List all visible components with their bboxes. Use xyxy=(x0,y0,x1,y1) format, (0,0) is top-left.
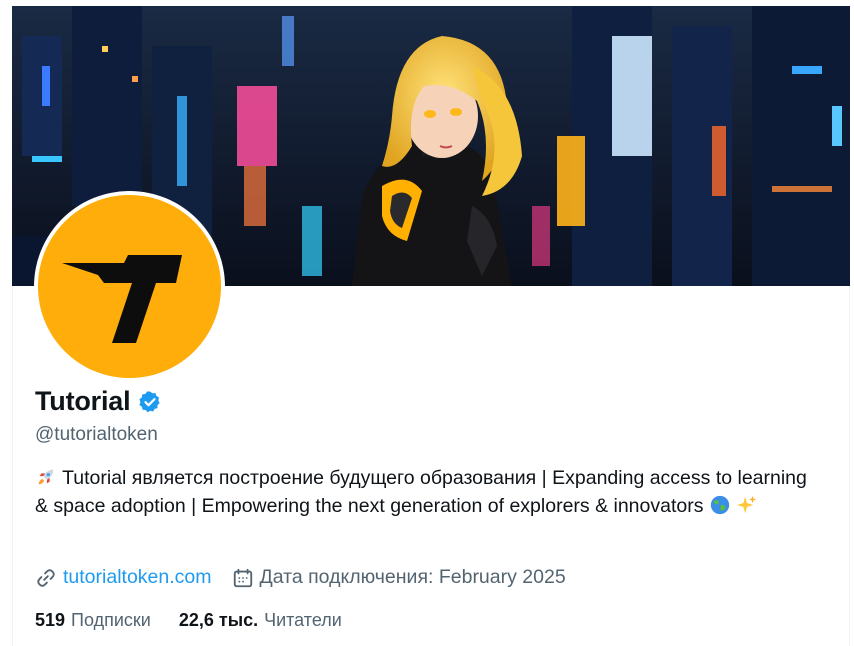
following-label: Подписки xyxy=(71,610,151,630)
link-icon xyxy=(37,568,55,587)
globe-icon xyxy=(710,495,730,515)
following-stat[interactable]: 519 Подписки xyxy=(35,610,151,631)
followers-count: 22,6 тыс. xyxy=(178,610,259,630)
joined-item: Дата подключения: February 2025 xyxy=(232,566,566,589)
profile-stats: 519 Подписки 22,6 тыс. Читатели xyxy=(35,610,370,631)
joined-text: Дата подключения: February 2025 xyxy=(259,566,566,588)
bio-text: Tutorial является построение будущего об… xyxy=(35,467,807,517)
profile-handle: @tutorialtoken xyxy=(35,424,158,445)
tutorial-logo-icon xyxy=(38,195,221,378)
profile-meta: tutorialtoken.com Дата подключения: Febr… xyxy=(35,566,586,589)
website-link[interactable]: tutorialtoken.com xyxy=(63,566,212,589)
profile-name-row: Tutorial xyxy=(35,386,162,417)
avatar-image xyxy=(38,195,221,378)
profile-avatar[interactable] xyxy=(34,191,225,382)
display-name: Tutorial xyxy=(35,386,131,416)
following-count: 519 xyxy=(35,610,66,630)
rocket-icon xyxy=(38,469,54,485)
verified-badge-icon[interactable] xyxy=(138,390,162,414)
website-item: tutorialtoken.com xyxy=(35,566,212,589)
profile-bio: Tutorial является построение будущего об… xyxy=(35,464,815,520)
calendar-icon xyxy=(233,568,252,587)
followers-stat[interactable]: 22,6 тыс. Читатели xyxy=(179,610,342,631)
sparkles-icon xyxy=(737,495,757,514)
followers-label: Читатели xyxy=(264,610,342,630)
